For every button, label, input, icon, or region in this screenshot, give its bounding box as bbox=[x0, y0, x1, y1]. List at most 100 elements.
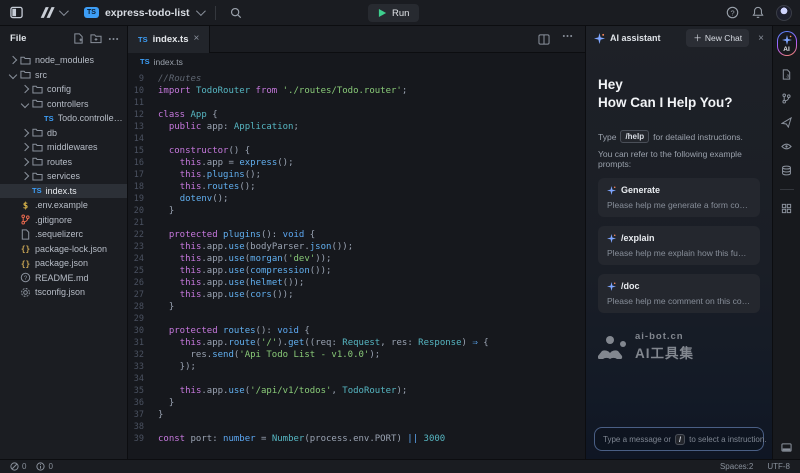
chevron-right-icon[interactable] bbox=[21, 129, 29, 137]
code-line[interactable]: 34 bbox=[128, 373, 585, 385]
code-line[interactable]: 32 res.send('Api Todo List - v1.0.0'); bbox=[128, 349, 585, 361]
file-tree-item-node-modules[interactable]: node_modules bbox=[0, 53, 127, 68]
help-icon[interactable]: ? bbox=[724, 5, 740, 21]
chevron-right-icon[interactable] bbox=[9, 56, 17, 64]
prompt-card-generate[interactable]: Generate Please help me generate a form … bbox=[598, 178, 760, 217]
tab-index-ts[interactable]: TS index.ts × bbox=[128, 26, 210, 53]
code-line[interactable]: 26 this.app.use(helmet()); bbox=[128, 277, 585, 289]
app-logo[interactable] bbox=[38, 6, 66, 19]
code-line[interactable]: 11 bbox=[128, 97, 585, 109]
line-number: 18 bbox=[128, 181, 158, 193]
prompt-card-doc[interactable]: /doc Please help me comment on this code… bbox=[598, 274, 760, 313]
breadcrumb[interactable]: TS index.ts bbox=[128, 53, 585, 70]
rail-apps-icon[interactable] bbox=[781, 203, 792, 214]
code-line[interactable]: 10import TodoRouter from './routes/Todo.… bbox=[128, 85, 585, 97]
explorer-title: File bbox=[10, 33, 26, 44]
close-panel-icon[interactable]: × bbox=[758, 33, 764, 44]
project-switcher[interactable]: TS express-todo-list bbox=[84, 7, 203, 19]
code-line[interactable]: 13 public app: Application; bbox=[128, 121, 585, 133]
problems-warnings[interactable]: 0 bbox=[36, 462, 52, 471]
chevron-right-icon[interactable] bbox=[21, 172, 29, 180]
code-line[interactable]: 22 protected plugins(): void { bbox=[128, 229, 585, 241]
chevron-down-icon[interactable] bbox=[9, 71, 17, 79]
code-line[interactable]: 38 bbox=[128, 421, 585, 433]
file-tree-item-src[interactable]: src bbox=[0, 68, 127, 83]
code-text: this.app.use(cors()); bbox=[158, 289, 294, 301]
code-line[interactable]: 39const port: number = Number(process.en… bbox=[128, 433, 585, 445]
code-line[interactable]: 20 } bbox=[128, 205, 585, 217]
code-line[interactable]: 16 this.app = express(); bbox=[128, 157, 585, 169]
indentation-setting[interactable]: Spaces:2 bbox=[720, 462, 753, 471]
code-line[interactable]: 25 this.app.use(compression()); bbox=[128, 265, 585, 277]
ai-sparkle-icon bbox=[782, 35, 792, 45]
file-tree-item-readme-md[interactable]: ?README.md bbox=[0, 271, 127, 286]
code-text: //Routes bbox=[158, 73, 201, 85]
code-line[interactable]: 37} bbox=[128, 409, 585, 421]
code-line[interactable]: 15 constructor() { bbox=[128, 145, 585, 157]
code-line[interactable]: 30 protected routes(): void { bbox=[128, 325, 585, 337]
code-line[interactable]: 24 this.app.use(morgan('dev')); bbox=[128, 253, 585, 265]
rail-deploy-icon[interactable] bbox=[781, 117, 792, 128]
close-tab-icon[interactable]: × bbox=[194, 34, 200, 44]
file-tree-item-controllers[interactable]: controllers bbox=[0, 97, 127, 112]
line-number: 35 bbox=[128, 385, 158, 397]
code-line[interactable]: 12class App { bbox=[128, 109, 585, 121]
rail-ai-assistant-button[interactable]: AI bbox=[777, 31, 797, 56]
rail-database-icon[interactable] bbox=[781, 165, 792, 176]
gear-icon bbox=[20, 287, 31, 298]
problems-errors[interactable]: 0 bbox=[10, 462, 26, 471]
file-tree-item-services[interactable]: services bbox=[0, 169, 127, 184]
code-text: } bbox=[158, 205, 174, 217]
code-line[interactable]: 29 bbox=[128, 313, 585, 325]
file-tree-item--gitignore[interactable]: .gitignore bbox=[0, 213, 127, 228]
file-tree-item-tsconfig-json[interactable]: tsconfig.json bbox=[0, 285, 127, 300]
code-line[interactable]: 21 bbox=[128, 217, 585, 229]
user-avatar[interactable] bbox=[776, 5, 792, 21]
new-file-icon[interactable] bbox=[73, 33, 84, 44]
file-tree-item-todo-controller-ts[interactable]: TSTodo.controller.ts bbox=[0, 111, 127, 126]
file-tree-item-routes[interactable]: routes bbox=[0, 155, 127, 170]
code-line[interactable]: 19 dotenv(); bbox=[128, 193, 585, 205]
more-actions-icon[interactable] bbox=[108, 37, 119, 41]
run-label: Run bbox=[392, 8, 409, 19]
code-line[interactable]: 36 } bbox=[128, 397, 585, 409]
file-tree-item--env-example[interactable]: $.env.example bbox=[0, 198, 127, 213]
chat-input[interactable]: Type a message or / to select a instruct… bbox=[594, 427, 764, 451]
chevron-right-icon[interactable] bbox=[21, 85, 29, 93]
code-line[interactable]: 17 this.plugins(); bbox=[128, 169, 585, 181]
editor-more-icon[interactable] bbox=[562, 34, 573, 45]
chevron-right-icon[interactable] bbox=[21, 158, 29, 166]
file-tree-item-package-json[interactable]: {}package.json bbox=[0, 256, 127, 271]
code-line[interactable]: 28 } bbox=[128, 301, 585, 313]
file-tree-item-config[interactable]: config bbox=[0, 82, 127, 97]
file-tree-item-db[interactable]: db bbox=[0, 126, 127, 141]
code-editor[interactable]: 9//Routes10import TodoRouter from './rou… bbox=[128, 70, 585, 459]
rail-docs-icon[interactable]: a bbox=[781, 69, 792, 80]
code-line[interactable]: 27 this.app.use(cors()); bbox=[128, 289, 585, 301]
code-line[interactable]: 31 this.app.route('/').get((req: Request… bbox=[128, 337, 585, 349]
file-tree-item--sequelizerc[interactable]: .sequelizerc bbox=[0, 227, 127, 242]
sidebar-toggle-icon[interactable] bbox=[8, 5, 24, 21]
new-chat-button[interactable]: ＋ New Chat bbox=[686, 29, 749, 47]
file-tree-item-index-ts[interactable]: TSindex.ts bbox=[0, 184, 127, 199]
rail-source-control-icon[interactable] bbox=[781, 93, 792, 104]
chevron-down-icon[interactable] bbox=[21, 100, 29, 108]
code-line[interactable]: 23 this.app.use(bodyParser.json()); bbox=[128, 241, 585, 253]
search-icon[interactable] bbox=[228, 5, 244, 21]
code-line[interactable]: 14 bbox=[128, 133, 585, 145]
rail-bottom-panel-icon[interactable] bbox=[781, 442, 792, 453]
code-line[interactable]: 35 this.app.use('/api/v1/todos', TodoRou… bbox=[128, 385, 585, 397]
code-line[interactable]: 33 }); bbox=[128, 361, 585, 373]
code-line[interactable]: 9//Routes bbox=[128, 73, 585, 85]
chevron-right-icon[interactable] bbox=[21, 143, 29, 151]
notifications-bell-icon[interactable] bbox=[750, 5, 766, 21]
prompt-card-explain[interactable]: /explain Please help me explain how this… bbox=[598, 226, 760, 265]
file-tree-item-middlewares[interactable]: middlewares bbox=[0, 140, 127, 155]
split-editor-icon[interactable] bbox=[538, 34, 550, 45]
rail-preview-icon[interactable] bbox=[781, 141, 792, 152]
new-folder-icon[interactable] bbox=[90, 33, 102, 44]
code-line[interactable]: 18 this.routes(); bbox=[128, 181, 585, 193]
encoding-setting[interactable]: UTF-8 bbox=[767, 462, 790, 471]
run-button[interactable]: Run bbox=[368, 4, 419, 22]
file-tree-item-package-lock-json[interactable]: {}package-lock.json bbox=[0, 242, 127, 257]
